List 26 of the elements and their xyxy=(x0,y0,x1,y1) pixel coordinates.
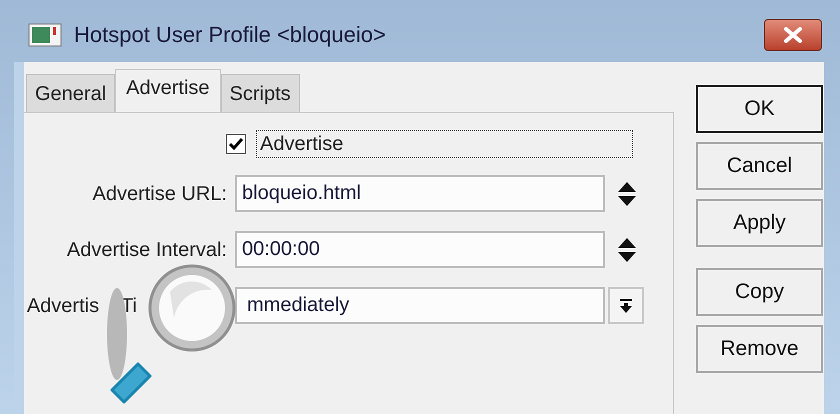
dialog-button[interactable]: Cancel xyxy=(696,142,823,190)
spinner-arrows-icon[interactable] xyxy=(617,180,637,206)
spinner-arrows-icon[interactable] xyxy=(617,236,637,262)
checkbox[interactable] xyxy=(226,134,246,154)
input-field[interactable]: bloqueio.html xyxy=(235,175,605,212)
dialog-button[interactable]: Copy xyxy=(696,268,823,316)
field-label: Ti xyxy=(121,294,137,318)
dropdown-arrow-icon xyxy=(619,298,633,314)
tab[interactable]: General xyxy=(26,74,116,112)
dropdown-field[interactable]: mmediately xyxy=(235,287,605,324)
dialog-button[interactable]: OK xyxy=(696,85,823,133)
field-label: Advertise Interval: xyxy=(66,238,227,262)
input-field[interactable]: 00:00:00 xyxy=(235,231,605,268)
checkmark-icon xyxy=(229,138,243,150)
tab[interactable]: Advertise xyxy=(115,69,221,113)
window-title: Hotspot User Profile <bloqueio> xyxy=(74,21,386,49)
dropdown-button[interactable] xyxy=(608,287,644,324)
dialog-button[interactable]: Apply xyxy=(696,199,823,247)
dialog-button[interactable]: Remove xyxy=(696,325,823,373)
field-label: Advertise URL: xyxy=(92,182,227,206)
window-app-icon xyxy=(28,22,62,46)
tab[interactable]: Scripts xyxy=(220,74,300,112)
field-label: Advertis xyxy=(26,294,100,318)
close-icon xyxy=(782,26,804,42)
checkbox-label[interactable]: Advertise xyxy=(256,130,633,158)
close-button[interactable] xyxy=(764,18,822,50)
